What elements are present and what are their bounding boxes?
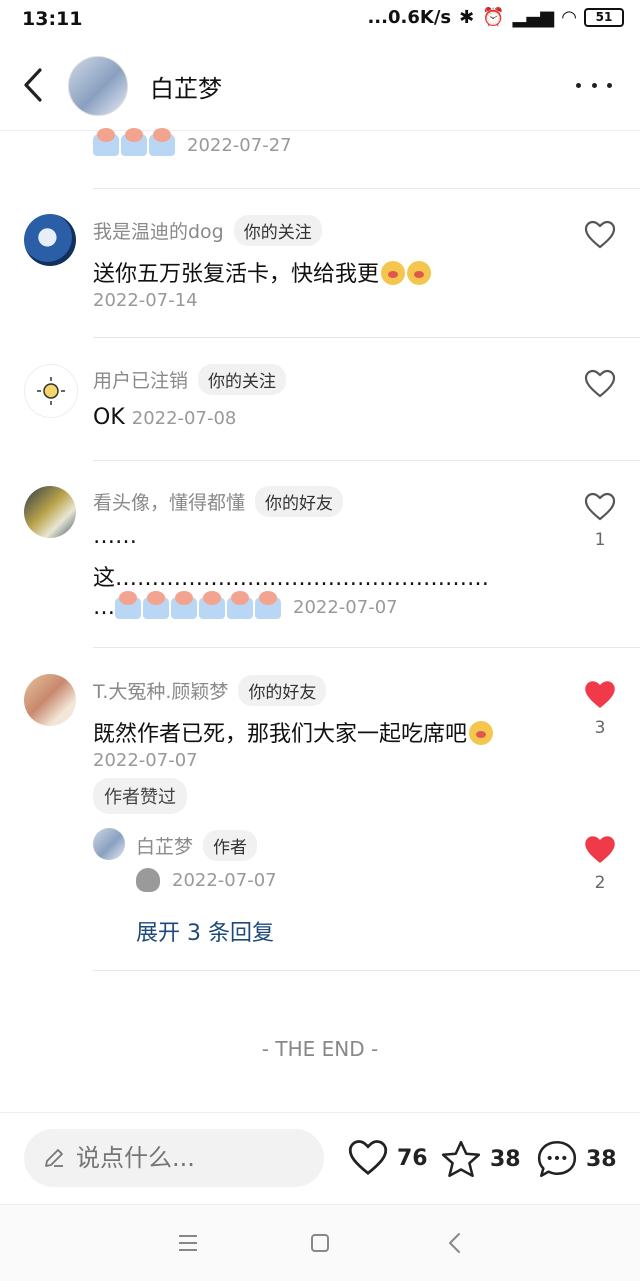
signal-icon: ▂▄▆ (512, 7, 555, 28)
crying-pig-emoji-icon (255, 590, 281, 619)
crying-pig-emoji-icon (149, 128, 175, 156)
comment-header: 用户已注销 你的关注 (93, 364, 287, 395)
author-tag: 作者 (203, 830, 258, 861)
comment-date: 2022-07-14 (93, 290, 198, 311)
divider (93, 970, 640, 971)
comment-bubble-icon (537, 1140, 577, 1178)
comment-header: 看头像，懂得都懂 你的好友 (93, 486, 344, 517)
home-icon[interactable] (309, 1232, 331, 1254)
friend-tag: 你的好友 (255, 486, 344, 517)
network-speed: ...0.6K/s (367, 7, 452, 28)
reply-avatar[interactable] (93, 828, 125, 860)
like-total: 76 (397, 1145, 428, 1171)
favorite-total: 38 (490, 1146, 521, 1172)
comment-text-line[interactable]: … 2022-07-07 (93, 590, 398, 620)
comment-date: 2022-07-07 (93, 750, 198, 771)
commenter-avatar[interactable] (24, 486, 76, 538)
commenter-avatar[interactable] (24, 674, 76, 726)
doge-emoji-icon (407, 261, 432, 285)
reply-author-name[interactable]: 白芷梦 (136, 832, 193, 859)
comment-tail: 2022-07-27 (93, 128, 292, 156)
like-heart-icon[interactable] (584, 369, 616, 399)
comment-date: 2022-07-27 (187, 134, 292, 156)
comment-text-line[interactable]: 这…………………………………………… (93, 560, 489, 592)
back-icon[interactable] (18, 64, 54, 106)
like-heart-icon[interactable] (584, 220, 616, 250)
divider (93, 188, 640, 189)
crying-pig-emoji-icon (227, 590, 253, 619)
crying-pig-emoji-icon (121, 128, 147, 156)
like-action[interactable]: 76 (347, 1139, 428, 1177)
star-icon (441, 1140, 481, 1178)
commenter-avatar[interactable] (24, 214, 76, 266)
back-nav-icon[interactable] (445, 1231, 465, 1255)
reply-date: 2022-07-07 (172, 869, 277, 891)
like-heart-icon[interactable] (584, 492, 616, 522)
page-header: 白芷梦 (0, 40, 640, 131)
comment-total: 38 (586, 1146, 617, 1172)
status-icons: ...0.6K/s ✱ ⏰ ▂▄▆ ◠ 51 (367, 7, 624, 28)
sun-icon (37, 377, 65, 405)
comment-text[interactable]: 既然作者已死，那我们大家一起吃席吧 (93, 716, 494, 748)
expand-replies-link[interactable]: 展开 3 条回复 (136, 915, 274, 947)
page-title[interactable]: 白芷梦 (150, 69, 222, 104)
status-bar: 13:11 ...0.6K/s ✱ ⏰ ▂▄▆ ◠ 51 (0, 0, 640, 40)
commenter-name[interactable]: T.大冤种.顾颖梦 (93, 677, 228, 704)
friend-tag: 你的好友 (238, 675, 327, 706)
comment-input[interactable] (74, 1143, 308, 1173)
follow-tag: 你的关注 (198, 364, 287, 395)
liked-heart-icon[interactable] (584, 680, 616, 710)
follow-tag: 你的关注 (233, 215, 322, 246)
reply-header: 白芷梦 作者 (136, 830, 258, 861)
like-count: 1 (594, 530, 606, 550)
comment-body: OK (93, 405, 125, 430)
doge-emoji-icon (381, 261, 406, 285)
like-count: 2 (594, 873, 606, 893)
comment-date: 2022-07-08 (131, 408, 237, 429)
comment-text[interactable]: OK 2022-07-08 (93, 405, 236, 430)
comment-body: … (93, 595, 115, 620)
battery-icon: 51 (584, 8, 624, 27)
liked-heart-icon[interactable] (584, 835, 616, 865)
comment-body: 送你五万张复活卡，快给我更 (93, 262, 380, 287)
divider (93, 337, 640, 338)
gray-face-emoji-icon (136, 868, 160, 892)
divider (93, 647, 640, 648)
commenter-name[interactable]: 我是温迪的dog (93, 217, 224, 244)
like-count: 3 (594, 718, 606, 738)
crying-pig-emoji-icon (199, 590, 225, 619)
crying-pig-emoji-icon (115, 590, 141, 619)
commenter-name[interactable]: 用户已注销 (93, 366, 188, 393)
bluetooth-icon: ✱ (459, 7, 475, 28)
divider (93, 460, 640, 461)
heart-icon (348, 1140, 388, 1175)
status-time: 13:11 (22, 8, 83, 30)
comment-body: 既然作者已死，那我们大家一起吃席吧 (93, 722, 468, 747)
comment-text[interactable]: 送你五万张复活卡，快给我更 (93, 256, 432, 288)
pencil-icon (45, 1149, 63, 1167)
more-options-icon[interactable] (576, 70, 612, 100)
crying-pig-emoji-icon (93, 128, 119, 156)
system-nav-bar (0, 1204, 640, 1281)
author-avatar[interactable] (68, 56, 128, 116)
doge-emoji-icon (469, 721, 494, 745)
wifi-icon: ◠ (562, 7, 576, 28)
comment-header: 我是温迪的dog 你的关注 (93, 215, 322, 246)
crying-pig-emoji-icon (171, 590, 197, 619)
end-marker: - THE END - (261, 1037, 379, 1061)
menu-icon[interactable] (176, 1233, 200, 1253)
commenter-avatar[interactable] (24, 364, 78, 418)
reply-body[interactable]: 2022-07-07 (136, 868, 277, 892)
alarm-icon: ⏰ (482, 7, 505, 28)
comment-action[interactable]: 38 (536, 1139, 617, 1179)
comment-text-line[interactable]: …… (93, 524, 137, 549)
commenter-name[interactable]: 看头像，懂得都懂 (93, 488, 245, 515)
comment-date: 2022-07-07 (293, 597, 398, 618)
crying-pig-emoji-icon (143, 590, 169, 619)
favorite-action[interactable]: 38 (440, 1139, 521, 1179)
author-liked-badge: 作者赞过 (93, 778, 187, 814)
bottom-action-bar: 76 38 38 (0, 1112, 640, 1205)
comment-input-box[interactable] (24, 1129, 324, 1187)
comment-header: T.大冤种.顾颖梦 你的好友 (93, 675, 327, 706)
